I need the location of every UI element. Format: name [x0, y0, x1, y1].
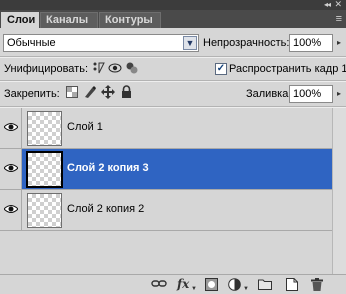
visibility-toggle[interactable]: [0, 108, 22, 148]
dropdown-triangle-icon: ▼: [191, 286, 197, 292]
divider: [0, 81, 346, 82]
lock-image-pixels-icon[interactable]: [83, 85, 97, 99]
layer-name: Слой 1: [67, 121, 103, 133]
divider: [0, 57, 346, 58]
propagate-frame-label: Распространить кадр 1: [229, 63, 346, 75]
layer-style-icon[interactable]: fx: [177, 277, 189, 291]
new-group-icon[interactable]: [258, 278, 272, 290]
panel-title-bar: ◂◂ ✕: [0, 0, 346, 10]
fill-field[interactable]: 100%: [289, 85, 333, 103]
layer-thumbnail: [26, 151, 63, 188]
unify-visibility-icon[interactable]: [108, 60, 122, 76]
panel-menu-icon[interactable]: ≡: [336, 13, 342, 25]
fill-label: Заливка:: [246, 88, 292, 100]
layer-mask-icon[interactable]: [205, 278, 218, 291]
unify-label: Унифицировать:: [4, 63, 89, 75]
blend-mode-value: Обычные: [7, 37, 56, 49]
layers-panel: ◂◂ ✕ Слои Каналы Контуры ≡ Обычные ▼ Неп…: [0, 0, 346, 294]
lock-transparent-pixels-icon[interactable]: [66, 86, 78, 98]
trash-icon[interactable]: [311, 278, 323, 291]
lock-all-icon[interactable]: [121, 85, 132, 99]
close-panel-button[interactable]: ✕: [334, 0, 342, 9]
fill-value: 100%: [293, 88, 322, 100]
layer-row-selected[interactable]: Слой 2 копия 3: [0, 149, 332, 190]
layers-toolbar: fx ▼ ▼: [0, 274, 346, 294]
new-layer-icon[interactable]: [286, 278, 298, 291]
layer-thumbnail: [27, 193, 62, 228]
layer-name: Слой 2 копия 3: [67, 162, 149, 174]
visibility-toggle[interactable]: [0, 190, 22, 230]
layer-row[interactable]: Слой 1: [0, 108, 332, 149]
layer-name: Слой 2 копия 2: [67, 203, 145, 215]
adjustment-layer-icon[interactable]: [228, 278, 241, 291]
propagate-frame-checkbox[interactable]: ✓: [215, 63, 227, 75]
tab-layers[interactable]: Слои: [1, 12, 39, 29]
tab-paths[interactable]: Контуры: [99, 12, 161, 28]
lock-position-icon[interactable]: [101, 85, 115, 99]
visibility-toggle[interactable]: [0, 149, 22, 189]
layer-row[interactable]: Слой 2 копия 2: [0, 190, 332, 231]
layers-scrollbar[interactable]: [332, 108, 346, 274]
chevron-down-icon[interactable]: ▼: [183, 36, 197, 50]
collapse-panel-button[interactable]: ◂◂: [324, 0, 331, 10]
dropdown-triangle-icon: ▼: [243, 286, 249, 292]
blend-mode-select[interactable]: Обычные ▼: [3, 34, 199, 52]
fill-slider-arrow-icon[interactable]: ▸: [333, 87, 345, 101]
layer-thumbnail: [27, 111, 62, 146]
opacity-label: Непрозрачность:: [203, 37, 290, 49]
eye-icon: [4, 205, 18, 213]
unify-style-icon[interactable]: [125, 60, 139, 76]
opacity-value: 100%: [293, 37, 322, 49]
link-layers-icon[interactable]: [151, 279, 167, 289]
unify-position-icon[interactable]: [91, 60, 105, 76]
layers-list: Слой 1 Слой 2 копия 3 Слой 2 копия 2: [0, 108, 346, 274]
tab-strip: Слои Каналы Контуры ≡: [0, 10, 346, 29]
opacity-field[interactable]: 100%: [289, 34, 333, 52]
lock-label: Закрепить:: [4, 88, 60, 100]
tab-channels[interactable]: Каналы: [40, 12, 98, 28]
eye-icon: [4, 164, 18, 172]
eye-icon: [4, 123, 18, 131]
opacity-slider-arrow-icon[interactable]: ▸: [333, 36, 345, 50]
